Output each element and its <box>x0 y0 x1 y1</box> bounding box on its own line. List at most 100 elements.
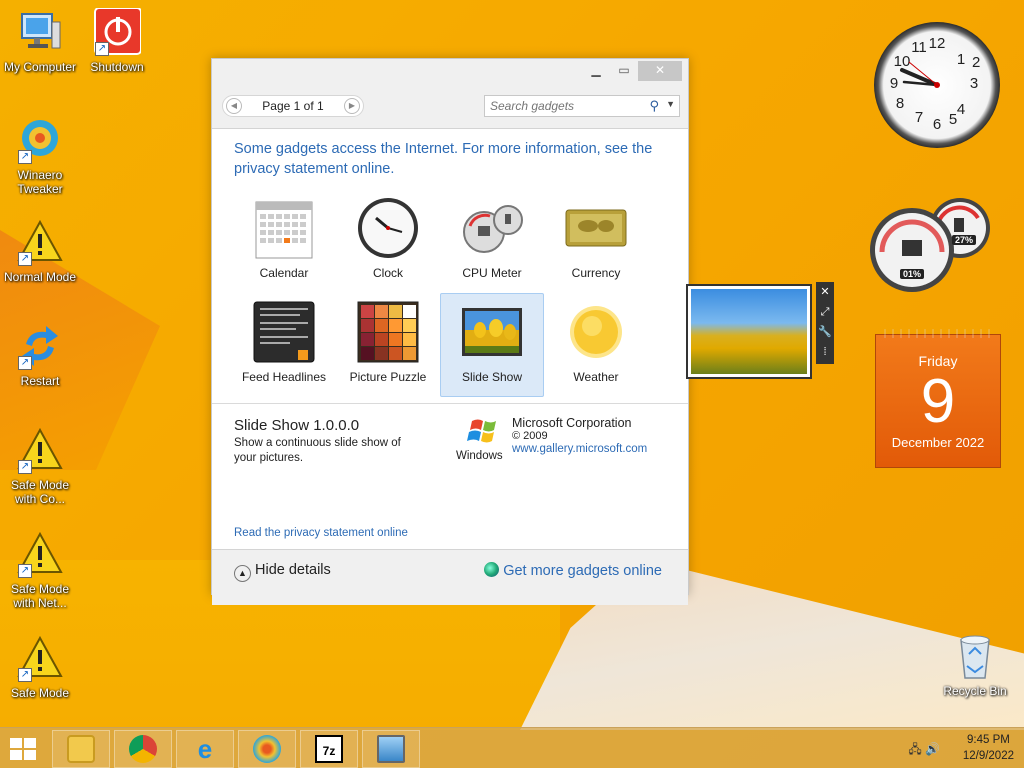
network-icon[interactable]: 🖧 <box>908 742 921 756</box>
desktop-icon-safe-mode-network[interactable]: ↗ Safe Mode with Net... <box>0 530 80 610</box>
slide-show-gadget[interactable] <box>686 284 812 379</box>
desktop-icon-safe-mode[interactable]: ↗ Safe Mode <box>0 634 80 700</box>
divider <box>212 403 688 404</box>
warning-icon: ↗ <box>16 426 64 474</box>
gadget-feed-headlines[interactable]: Feed Headlines <box>232 293 336 397</box>
slide-show-gadget-icon <box>460 300 524 364</box>
calendar-gadget[interactable]: ᛁᛁᛁᛁᛁᛁᛁᛁᛁᛁᛁᛁᛁᛁᛁᛁᛁᛁ Friday 9 December 202… <box>875 329 1001 468</box>
publisher-name: Microsoft Corporation <box>512 416 632 430</box>
svg-text:2: 2 <box>972 54 980 71</box>
shortcut-arrow-icon: ↗ <box>18 252 32 266</box>
wrench-icon[interactable]: 🔧 <box>816 322 834 342</box>
search-input[interactable] <box>485 96 635 116</box>
desktop-icon-recycle-bin[interactable]: Recycle Bin <box>935 632 1015 698</box>
svg-text:10: 10 <box>894 53 911 70</box>
internet-explorer-icon: e <box>197 734 213 764</box>
privacy-statement-link[interactable]: Read the privacy statement online <box>234 527 408 539</box>
svg-text:3: 3 <box>970 75 978 92</box>
drag-handle-icon[interactable]: ⁞ <box>816 342 834 362</box>
taskbar-chrome[interactable] <box>114 730 172 768</box>
gallery-toolbar: ◀ Page 1 of 1 ▶ ⚲ ▼ <box>220 95 680 121</box>
calendar-rings-icon: ᛁᛁᛁᛁᛁᛁᛁᛁᛁᛁᛁᛁᛁᛁᛁᛁᛁᛁ <box>882 329 994 339</box>
start-button[interactable] <box>10 738 38 762</box>
remote-desktop-icon <box>377 735 405 763</box>
taskbar-winaero[interactable] <box>238 730 296 768</box>
shortcut-arrow-icon: ↗ <box>18 460 32 474</box>
winaero-icon <box>253 735 281 763</box>
gadget-calendar[interactable]: Calendar <box>232 189 336 293</box>
desktop-icon-label: Restart <box>20 374 60 388</box>
minimize-button[interactable]: ▁ <box>582 61 610 81</box>
internet-notice-link[interactable]: Some gadgets access the Internet. For mo… <box>234 139 654 179</box>
chevron-up-icon: ▲ <box>234 565 251 582</box>
desktop-icon-safe-mode-command[interactable]: ↗ Safe Mode with Co... <box>0 426 80 506</box>
svg-text:6: 6 <box>933 116 941 133</box>
desktop-icon-normal-mode[interactable]: ↗ Normal Mode <box>0 218 80 284</box>
hide-details-button[interactable]: ▲ Hide details <box>234 562 331 582</box>
svg-text:4: 4 <box>957 101 965 118</box>
gadget-label: Currency <box>571 266 621 280</box>
chrome-icon <box>129 735 157 763</box>
taskbar-7zip[interactable]: 7z <box>300 730 358 768</box>
svg-text:8: 8 <box>896 95 904 112</box>
gadget-slide-show[interactable]: Slide Show <box>440 293 544 397</box>
copyright-text: © 2009 <box>512 430 548 442</box>
weather-gadget-icon <box>564 300 628 364</box>
computer-icon <box>16 8 64 56</box>
desktop-icon-shutdown[interactable]: ↗ Shutdown <box>77 7 157 74</box>
taskbar: e 7z 🖧 🔊 9:45 PM 12/9/2022 <box>0 727 1024 768</box>
get-more-gadgets-label: Get more gadgets online <box>503 563 662 579</box>
clock-gadget[interactable]: 121345678910112 2 <box>874 22 1000 148</box>
svg-text:1: 1 <box>957 51 965 68</box>
recycle-bin-icon <box>951 632 999 680</box>
search-box: ⚲ ▼ <box>484 95 680 117</box>
svg-text:9: 9 <box>890 75 898 92</box>
maximize-button[interactable]: ▭ <box>610 61 638 81</box>
cpu-meter-gauge-icon <box>870 198 990 292</box>
winaero-icon: ↗ <box>16 116 64 164</box>
page-indicator: Page 1 of 1 <box>262 99 324 113</box>
resize-icon[interactable]: ⤢ <box>816 302 834 322</box>
close-icon[interactable]: ✕ <box>816 282 834 302</box>
gadget-currency[interactable]: Currency <box>544 189 648 293</box>
close-button[interactable]: ✕ <box>638 61 682 81</box>
slide-show-image <box>691 289 807 374</box>
next-page-button[interactable]: ▶ <box>344 98 360 114</box>
gadget-label: Picture Puzzle <box>349 370 427 384</box>
gadget-label: Weather <box>573 370 619 384</box>
warning-icon: ↗ <box>16 530 64 578</box>
taskbar-remote-desktop[interactable] <box>362 730 420 768</box>
publisher-url-link[interactable]: www.gallery.microsoft.com <box>512 443 647 456</box>
clock-time: 9:45 PM <box>967 734 1010 746</box>
gadget-clock[interactable]: Clock <box>336 189 440 293</box>
window-titlebar[interactable]: ▁ ▭ ✕ <box>212 59 688 85</box>
desktop-icon-label: Winaero Tweaker <box>17 168 63 196</box>
feed-headlines-gadget-icon <box>252 300 316 364</box>
7zip-icon: 7z <box>315 735 343 763</box>
gadget-picture-puzzle[interactable]: Picture Puzzle <box>336 293 440 397</box>
gadget-label: Slide Show <box>461 370 523 384</box>
gadget-detail-name: Slide Show 1.0.0.0 <box>234 417 360 434</box>
gadget-detail-description: Show a continuous slide show of your pic… <box>234 437 401 464</box>
shortcut-arrow-icon: ↗ <box>18 668 32 682</box>
volume-icon[interactable]: 🔊 <box>925 742 940 756</box>
calendar-date: 9 <box>920 367 956 436</box>
desktop-icon-winaero-tweaker[interactable]: ↗ Winaero Tweaker <box>0 116 80 196</box>
desktop-icon-label: My Computer <box>3 60 77 74</box>
system-clock[interactable]: 9:45 PM 12/9/2022 <box>963 732 1014 764</box>
taskbar-internet-explorer[interactable]: e <box>176 730 234 768</box>
taskbar-file-explorer[interactable] <box>52 730 110 768</box>
clock-date: 12/9/2022 <box>962 750 1014 762</box>
chevron-down-icon[interactable]: ▼ <box>666 99 675 109</box>
windows-logo-icon: Windows <box>456 417 510 462</box>
gadget-cpu-meter[interactable]: CPU Meter <box>440 189 544 293</box>
cpu-meter-gadget[interactable]: 27% 01% <box>870 196 998 296</box>
hide-details-label: Hide details <box>255 562 331 578</box>
calendar-gadget-icon <box>252 196 316 260</box>
gadget-weather[interactable]: Weather <box>544 293 648 397</box>
shortcut-arrow-icon: ↗ <box>95 42 109 56</box>
desktop-icon-my-computer[interactable]: My Computer <box>0 8 80 74</box>
search-icon[interactable]: ⚲ <box>649 98 659 114</box>
desktop-icon-restart[interactable]: ↗ Restart <box>0 322 80 388</box>
get-more-gadgets-link[interactable]: Get more gadgets online <box>484 562 662 579</box>
